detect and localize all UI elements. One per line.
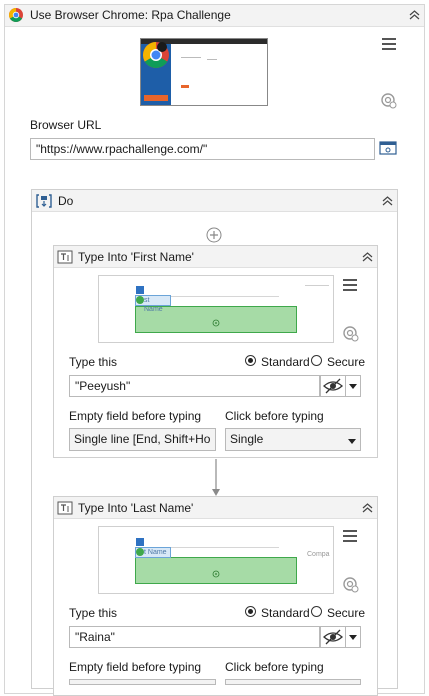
secure-label: Secure — [327, 355, 366, 369]
target-badge — [136, 548, 144, 556]
preview-line — [305, 285, 329, 286]
collapse-chevron-icon[interactable] — [362, 502, 373, 516]
secure-radio[interactable] — [311, 606, 322, 617]
collapse-chevron-icon[interactable] — [382, 195, 393, 209]
activity-title: Type Into 'First Name' — [78, 250, 194, 264]
type-this-input[interactable]: "Peeyush" — [69, 375, 320, 397]
anchor-icon — [136, 538, 144, 546]
target-icon[interactable] — [342, 325, 362, 345]
chrome-icon — [9, 8, 23, 22]
browser-screenshot-thumbnail — [140, 38, 268, 106]
dropdown-arrow-icon — [347, 435, 357, 444]
window-title: Use Browser Chrome: Rpa Challenge — [30, 8, 231, 22]
do-header[interactable] — [32, 190, 397, 212]
click-before-select[interactable] — [225, 679, 361, 685]
do-title: Do — [58, 194, 74, 208]
secure-label: Secure — [327, 606, 366, 620]
type-into-icon — [57, 500, 73, 516]
thumbnail-line — [207, 59, 217, 60]
standard-label: Standard — [261, 355, 310, 369]
plus-icon[interactable] — [206, 227, 222, 243]
click-before-label: Click before typing — [225, 409, 324, 423]
empty-field-select[interactable]: Single line [End, Shift+Ho — [69, 428, 216, 451]
dropdown-arrow-icon[interactable] — [345, 626, 361, 648]
eye-slash-icon[interactable] — [320, 626, 346, 648]
thumbnail-start-button — [144, 95, 168, 101]
menu-icon[interactable] — [382, 38, 396, 50]
empty-field-value: Single line [End, Shift+Ho — [74, 432, 211, 446]
click-before-select[interactable]: Single — [225, 428, 361, 451]
thumbnail-badge — [157, 42, 167, 52]
target-element-highlight — [135, 557, 297, 584]
browser-url-label: Browser URL — [30, 118, 102, 132]
element-preview: Compa t Name — [98, 526, 334, 594]
empty-field-select[interactable] — [69, 679, 216, 685]
click-before-label: Click before typing — [225, 660, 324, 674]
type-this-label: Type this — [69, 606, 118, 620]
target-icon[interactable] — [342, 576, 362, 596]
element-preview: st Name — [98, 275, 334, 343]
empty-field-label: Empty field before typing — [69, 660, 202, 674]
collapse-chevron-icon[interactable] — [362, 251, 373, 265]
sequence-icon — [36, 193, 52, 209]
menu-icon[interactable] — [343, 530, 357, 542]
browser-window-icon[interactable] — [378, 138, 398, 158]
standard-radio[interactable] — [245, 606, 256, 617]
thumbnail-line — [181, 57, 201, 58]
dropdown-arrow-icon[interactable] — [345, 375, 361, 397]
browser-url-input[interactable]: "https://www.rpachallenge.com/" — [30, 138, 375, 160]
anchor-icon — [136, 286, 144, 294]
standard-radio[interactable] — [245, 355, 256, 366]
target-icon — [212, 316, 220, 327]
collapse-chevron-icon[interactable] — [409, 9, 420, 23]
type-into-icon — [57, 249, 73, 265]
eye-slash-icon[interactable] — [320, 375, 346, 397]
standard-label: Standard — [261, 606, 310, 620]
target-icon — [212, 567, 220, 578]
type-this-input[interactable]: "Raina" — [69, 626, 320, 648]
thumbnail-submit — [181, 85, 189, 88]
arrow-down-icon — [210, 459, 222, 499]
type-this-label: Type this — [69, 355, 118, 369]
menu-icon[interactable] — [343, 279, 357, 291]
target-icon[interactable] — [380, 92, 400, 112]
activity-title: Type Into 'Last Name' — [78, 501, 194, 515]
click-before-value: Single — [230, 432, 264, 446]
empty-field-label: Empty field before typing — [69, 409, 202, 423]
secure-radio[interactable] — [311, 355, 322, 366]
preview-side-text: Compa — [307, 551, 330, 558]
target-badge — [136, 296, 144, 304]
